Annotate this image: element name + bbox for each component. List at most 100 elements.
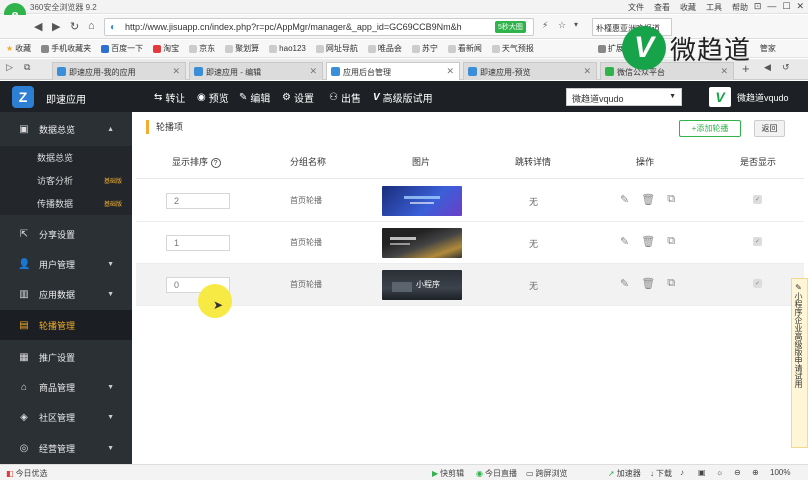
carousel-thumbnail[interactable] <box>382 228 462 258</box>
bookmark-hao123[interactable]: hao123 <box>269 44 306 53</box>
bookmark-suning[interactable]: 苏宁 <box>411 43 438 54</box>
home-icon[interactable]: ⌂ <box>88 20 95 32</box>
status-live[interactable]: ◉ 今日直播 <box>476 468 517 479</box>
sidebar-subitem-overview[interactable]: 数据总览 <box>0 146 132 169</box>
status-zoom-in-icon[interactable]: ⊕ <box>752 468 759 477</box>
maximize-icon[interactable]: ☐ <box>782 1 790 12</box>
sidebar-item-data-overview[interactable]: ▣ 数据总览 ▲ <box>0 114 132 144</box>
status-downloads[interactable]: ↓ 下载 <box>650 468 672 479</box>
tab-undo-icon[interactable]: ↺ <box>782 62 790 73</box>
carousel-thumbnail[interactable] <box>382 186 462 216</box>
nav-settings[interactable]: ⚙ 设置 <box>282 90 314 105</box>
trash-icon[interactable]: 🗑 <box>641 193 655 206</box>
sidebar-item-community[interactable]: ◈ 社区管理 ▼ <box>0 402 132 432</box>
menu-file[interactable]: 文件 <box>628 2 644 13</box>
status-today-picks[interactable]: ◧ 今日优选 <box>6 468 48 479</box>
close-tab-icon[interactable]: ✕ <box>446 66 454 77</box>
refresh-icon[interactable]: ↻ <box>70 20 79 33</box>
status-sun-icon[interactable]: ☼ <box>716 468 723 477</box>
premium-trial-side-tab[interactable]: ✎小程序企业高级版申请试用 <box>791 278 808 448</box>
copy-icon[interactable]: ⧉ <box>667 277 675 290</box>
nav-premium-trial[interactable]: V 高级版试用 <box>373 90 433 105</box>
bookmark-juhuasuan[interactable]: 聚划算 <box>225 43 259 54</box>
bookmark-manager[interactable]: 管家 <box>760 43 776 54</box>
address-bar[interactable]: ◐ http://www.jisuapp.cn/index.php?r=pc/A… <box>104 18 534 36</box>
close-tab-icon[interactable]: ✕ <box>583 66 591 77</box>
help-icon[interactable]: ? <box>210 158 221 168</box>
status-cross-screen[interactable]: ▭ 跨屏浏览 <box>526 468 568 479</box>
minimize-icon[interactable]: — <box>767 1 776 12</box>
status-zoom-out-icon[interactable]: ⊖ <box>734 468 741 477</box>
bookmark-extensions[interactable]: 扩展 <box>597 43 624 54</box>
trash-icon[interactable]: 🗑 <box>641 235 655 248</box>
edit-icon[interactable]: ✎ <box>620 193 629 206</box>
dropdown-icon[interactable]: ▾ <box>574 20 578 29</box>
sidebar-item-user-management[interactable]: 👤 用户管理 ▼ <box>0 249 132 279</box>
nav-sell[interactable]: ⚇ 出售 <box>329 90 361 105</box>
tab-edit[interactable]: 即速应用 - 编辑 ✕ <box>189 62 323 80</box>
order-input[interactable]: 2 <box>166 193 230 209</box>
bookmark-weather[interactable]: 天气预报 <box>491 43 534 54</box>
sidebar-item-promotion[interactable]: ▦ 推广设置 <box>0 342 132 372</box>
bookmark-nav[interactable]: 网址导航 <box>315 43 358 54</box>
edit-icon[interactable]: ✎ <box>620 235 629 248</box>
carousel-thumbnail[interactable]: 小程序 <box>382 270 462 300</box>
back-button[interactable]: 返回 <box>754 120 785 137</box>
sidebar-item-carousel[interactable]: ▤ 轮播管理 <box>0 310 132 340</box>
lightning-icon[interactable]: ⚡ <box>542 20 548 31</box>
star-icon[interactable]: ☆ <box>558 20 566 31</box>
tab-my-apps[interactable]: 即速应用-我的应用 ✕ <box>52 62 186 80</box>
menu-help[interactable]: 帮助 <box>732 2 748 13</box>
visible-checkbox[interactable]: ✓ <box>753 237 762 246</box>
page-icon <box>468 67 477 76</box>
bookmark-taobao[interactable]: 淘宝 <box>153 43 179 54</box>
nav-transfer[interactable]: ⇆ 转让 <box>154 90 185 105</box>
forward-icon[interactable]: ▶ <box>52 20 60 33</box>
menu-favorites[interactable]: 收藏 <box>680 2 696 13</box>
status-zoom[interactable]: 100% <box>770 468 790 477</box>
edit-icon[interactable]: ✎ <box>620 277 629 290</box>
sidebar-item-app-data[interactable]: ▥ 应用数据 ▼ <box>0 279 132 309</box>
add-carousel-button[interactable]: +添加轮播 <box>679 120 741 137</box>
bookmark-favorites[interactable]: ★ 收藏 <box>6 43 31 54</box>
copy-icon[interactable]: ⧉ <box>667 193 675 206</box>
app-logo-icon[interactable]: Z <box>12 86 34 108</box>
sidebar-subitem-visitor-analysis[interactable]: 访客分析 基础版 <box>0 169 132 192</box>
close-tab-icon[interactable]: ✕ <box>172 66 180 77</box>
skin-icon[interactable]: ⊡ <box>754 1 762 12</box>
bookmark-news[interactable]: 看新闻 <box>447 43 482 54</box>
sidebar-subitem-spread-data[interactable]: 传播数据 基础版 <box>0 192 132 215</box>
nav-edit[interactable]: ✎ 编辑 <box>239 90 270 105</box>
visible-checkbox[interactable]: ✓ <box>753 279 762 288</box>
sidebar-item-products[interactable]: ⌂ 商品管理 ▼ <box>0 372 132 402</box>
user-icon: 👤 <box>18 258 31 270</box>
tab-history-icon[interactable]: ⧉ <box>24 62 30 73</box>
menu-tools[interactable]: 工具 <box>706 2 722 13</box>
close-tab-icon[interactable]: ✕ <box>309 66 317 77</box>
order-input[interactable]: 1 <box>166 235 230 251</box>
tab-list-icon[interactable]: ▷ <box>6 62 13 73</box>
sidebar-item-operations[interactable]: ◎ 经营管理 ▼ <box>0 433 132 463</box>
trash-icon[interactable]: 🗑 <box>641 277 655 290</box>
status-window-icon[interactable]: ▣ <box>698 468 706 477</box>
tab-preview[interactable]: 即速应用-预览 ✕ <box>463 62 597 80</box>
url-badge[interactable]: 5秒大图 <box>495 21 526 33</box>
visible-checkbox[interactable]: ✓ <box>753 195 762 204</box>
bookmark-mobile[interactable]: 手机收藏夹 <box>41 43 91 54</box>
bookmark-vip[interactable]: 唯品会 <box>367 43 402 54</box>
bookmark-jd[interactable]: 京东 <box>189 43 215 54</box>
status-sound-icon[interactable]: ♪ <box>680 468 684 477</box>
tab-app-admin[interactable]: 应用后台管理 ✕ <box>326 62 460 80</box>
app-select[interactable]: 微趋道vqudo ▼ <box>566 88 682 106</box>
close-icon[interactable]: ✕ <box>796 1 804 12</box>
nav-preview[interactable]: ◉ 预览 <box>197 90 229 105</box>
sidebar-item-share-settings[interactable]: ⇱ 分享设置 <box>0 219 132 249</box>
status-accelerator[interactable]: ➚ 加速器 <box>608 468 641 479</box>
copy-icon[interactable]: ⧉ <box>667 235 675 248</box>
back-icon[interactable]: ◀ <box>34 20 42 33</box>
menu-view[interactable]: 查看 <box>654 2 670 13</box>
bookmark-baidu[interactable]: 百度一下 <box>101 43 143 54</box>
user-menu[interactable]: V 微趋道vqudo <box>709 87 789 107</box>
tab-back-icon[interactable]: ◀ <box>764 62 771 73</box>
status-quick-edit[interactable]: ▶ 快剪辑 <box>432 468 464 479</box>
